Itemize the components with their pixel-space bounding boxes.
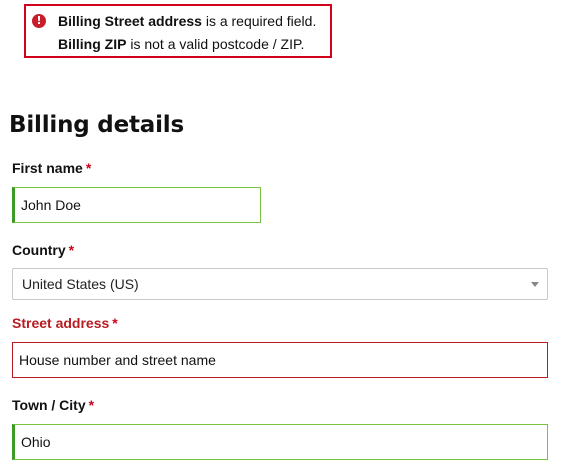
city-input[interactable] (12, 424, 548, 460)
required-marker: * (88, 397, 95, 413)
street-address-label-text: Street address (12, 315, 110, 331)
error-text: is not a valid postcode / ZIP. (126, 36, 305, 52)
error-notice: ! Billing Street address is a required f… (24, 4, 332, 58)
street-address-input[interactable] (12, 342, 548, 378)
country-selected-value: United States (US) (22, 276, 139, 292)
required-marker: * (68, 242, 75, 258)
error-message-zip: Billing ZIP is not a valid postcode / ZI… (58, 36, 304, 52)
country-label-text: Country (12, 242, 66, 258)
first-name-label: First name * (12, 160, 91, 176)
city-label-text: Town / City (12, 397, 86, 413)
city-label: Town / City * (12, 397, 94, 413)
error-field-name: Billing ZIP (58, 36, 127, 52)
country-label: Country * (12, 242, 74, 258)
error-field-name: Billing Street address (58, 13, 202, 29)
billing-details-heading: Billing details (9, 112, 184, 138)
required-marker: * (85, 160, 92, 176)
street-address-label: Street address * (12, 315, 118, 331)
error-message-street: Billing Street address is a required fie… (58, 13, 316, 29)
error-text: is a required field. (201, 13, 317, 29)
required-marker: * (112, 315, 118, 331)
first-name-input[interactable] (12, 187, 261, 223)
error-icon: ! (32, 14, 46, 28)
chevron-down-icon (531, 282, 539, 287)
first-name-label-text: First name (12, 160, 83, 176)
country-select[interactable]: United States (US) (12, 268, 548, 300)
